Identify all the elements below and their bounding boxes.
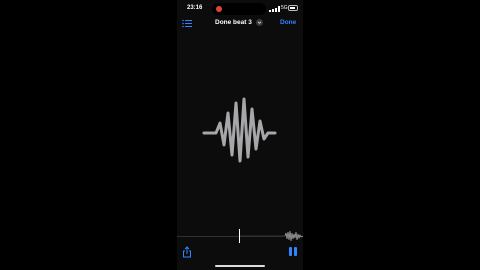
home-indicator[interactable] bbox=[215, 265, 265, 267]
recording-indicator bbox=[216, 6, 222, 12]
network-type: 5G bbox=[281, 5, 288, 11]
chevron-down-icon bbox=[257, 21, 262, 24]
waveform-icon bbox=[202, 97, 277, 163]
done-button[interactable]: Done bbox=[280, 19, 296, 26]
status-bar: 23:16 5G bbox=[177, 0, 303, 18]
dynamic-island bbox=[212, 3, 266, 15]
status-time: 23:16 bbox=[187, 5, 203, 11]
pause-button[interactable] bbox=[289, 247, 297, 257]
battery-icon bbox=[288, 5, 298, 11]
signal-icon bbox=[269, 6, 281, 12]
recording-title[interactable]: Done beat 3 bbox=[215, 19, 252, 26]
waveform-scrubber[interactable] bbox=[177, 228, 303, 244]
phone-screen: 23:16 5G Done beat 3 Done bbox=[177, 0, 303, 270]
list-icon[interactable] bbox=[182, 19, 192, 28]
bottom-toolbar bbox=[177, 244, 303, 260]
title-menu-button[interactable] bbox=[256, 19, 263, 26]
playhead[interactable] bbox=[239, 229, 240, 243]
share-icon[interactable] bbox=[182, 246, 192, 258]
nav-bar: Done beat 3 Done bbox=[177, 17, 303, 31]
